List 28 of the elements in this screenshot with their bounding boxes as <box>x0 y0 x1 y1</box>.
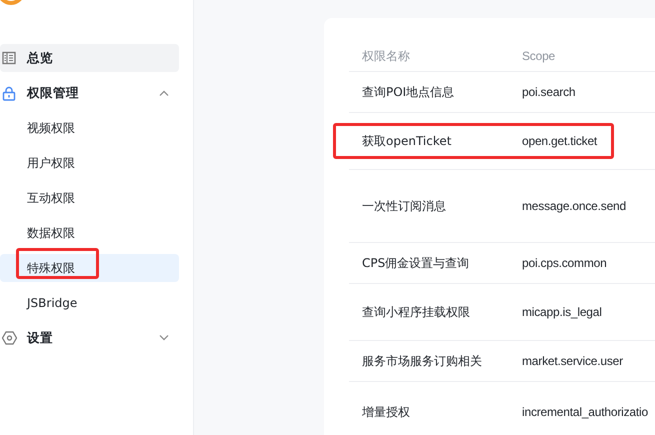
table-cell-text: CPS佣金设置与查询 <box>362 255 470 272</box>
column-header: 权限名称 <box>362 48 411 64</box>
table-cell-text: 获取openTicket <box>362 133 452 150</box>
table-cell-text: micapp.is_legal <box>522 304 602 321</box>
table-cell-text: market.service.user <box>522 353 623 370</box>
sidebar-subitem[interactable]: 视频权限 <box>0 114 179 142</box>
table-cell-text: 增量授权 <box>362 404 411 420</box>
lock-icon <box>2 86 16 100</box>
sidebar-item[interactable]: 设置 <box>0 324 179 352</box>
table-cell-text: poi.search <box>522 84 576 101</box>
column-header: Scope <box>522 48 556 64</box>
settings-icon <box>2 331 17 345</box>
sidebar-item[interactable]: 权限管理 <box>0 79 179 107</box>
sidebar-subitem[interactable]: 用户权限 <box>0 149 179 177</box>
table-cell-text: 一次性订阅消息 <box>362 198 447 215</box>
sidebar-subitem[interactable]: JSBridge <box>0 289 179 317</box>
table-cell-text: 查询POI地点信息 <box>362 84 456 101</box>
table-cell-text: 服务市场服务订购相关 <box>362 353 483 370</box>
table-cell-text: 查询小程序挂载权限 <box>362 304 471 321</box>
sidebar-subitem[interactable]: 数据权限 <box>0 219 179 247</box>
sidebar-subitem[interactable]: 特殊权限 <box>0 254 179 282</box>
table-cell-text: poi.cps.common <box>522 255 607 272</box>
table-cell-text: incremental_authorizatio <box>522 404 648 420</box>
table-cell-text: message.once.send <box>522 198 626 215</box>
sidebar-item[interactable]: 总览 <box>0 44 179 72</box>
overview-icon <box>2 51 16 65</box>
sidebar-subitem[interactable]: 互动权限 <box>0 184 179 212</box>
table-cell-text: open.get.ticket <box>522 133 598 150</box>
